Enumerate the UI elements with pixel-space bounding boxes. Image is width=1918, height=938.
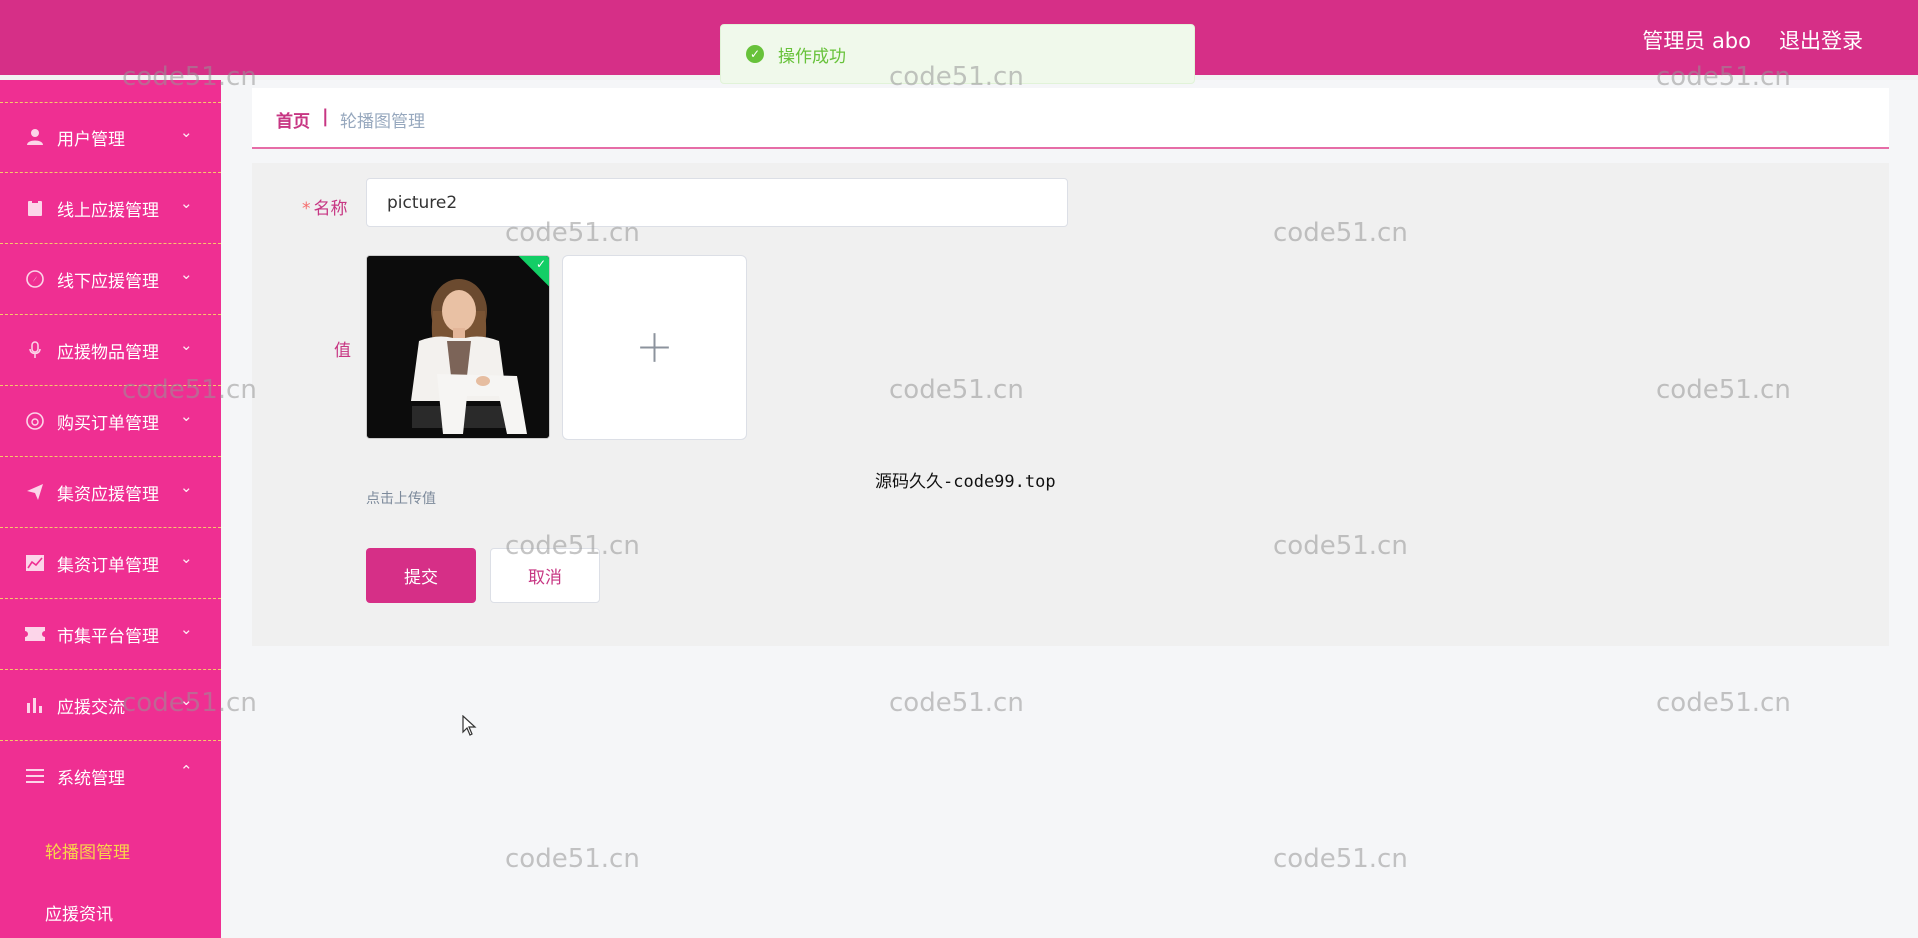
sidebar-item-label: 应援交流 — [57, 698, 125, 718]
chevron-down-icon: ⌄ — [180, 691, 193, 709]
chevron-down-icon: ⌄ — [180, 407, 193, 425]
sidebar-item-crowdfund-orders[interactable]: 集资订单管理 ⌄ — [0, 529, 221, 599]
check-icon: ✓ — [535, 257, 546, 271]
toast-message: 操作成功 — [778, 46, 846, 67]
sidebar-item-label: 用户管理 — [57, 130, 125, 150]
cancel-button[interactable]: 取消 — [490, 548, 600, 603]
chevron-down-icon: ⌄ — [180, 123, 193, 141]
logout-link[interactable]: 退出登录 — [1779, 25, 1863, 55]
gauge-icon — [25, 411, 45, 431]
chevron-up-icon: ⌃ — [180, 762, 193, 780]
edit-form: *名称 值 ✓ — [252, 163, 1889, 646]
chevron-down-icon: ⌄ — [180, 549, 193, 567]
plus-icon — [640, 333, 669, 362]
sidebar-item-support-exchange[interactable]: 应援交流 ⌄ — [0, 671, 221, 741]
sidebar-item-label: 集资应援管理 — [57, 485, 159, 505]
sidebar-item-support-goods[interactable]: 应援物品管理 ⌄ — [0, 316, 221, 386]
microphone-icon — [25, 340, 45, 360]
paper-plane-icon — [25, 482, 45, 502]
compass-icon — [25, 269, 45, 289]
sidebar-item-market-platform[interactable]: 市集平台管理 ⌄ — [0, 600, 221, 670]
chevron-down-icon: ⌄ — [180, 620, 193, 638]
bar-chart-icon — [25, 695, 45, 715]
name-label-text: 名称 — [313, 199, 348, 219]
breadcrumb: 首页 | 轮播图管理 — [252, 88, 1889, 149]
watermark: code51.cn — [1656, 688, 1791, 718]
user-icon — [25, 127, 45, 147]
sidebar-subitem-carousel[interactable]: 轮播图管理 — [45, 838, 130, 863]
sidebar-item-system-management[interactable]: 系统管理 ⌃ — [0, 742, 221, 812]
name-label: * 名称 — [302, 194, 348, 219]
success-toast: ✓ 操作成功 — [720, 24, 1195, 84]
name-input[interactable] — [366, 178, 1068, 227]
sidebar-item-online-support[interactable]: 线上应援管理 ⌄ — [0, 174, 221, 244]
submit-button[interactable]: 提交 — [366, 548, 476, 603]
chevron-down-icon: ⌄ — [180, 478, 193, 496]
uploaded-image-thumbnail[interactable]: ✓ — [366, 255, 550, 439]
sidebar-item-label: 应援物品管理 — [57, 343, 159, 363]
required-mark: * — [302, 199, 311, 219]
portrait-image — [367, 256, 549, 438]
mouse-cursor-icon — [462, 715, 477, 736]
breadcrumb-home[interactable]: 首页 — [276, 107, 310, 132]
watermark: code51.cn — [505, 844, 640, 874]
sidebar-item-label: 市集平台管理 — [57, 627, 159, 647]
value-label: 值 — [334, 341, 351, 361]
sidebar-item-label: 购买订单管理 — [57, 414, 159, 434]
sidebar-item-label: 线下应援管理 — [57, 272, 159, 292]
watermark: code51.cn — [1273, 844, 1408, 874]
sidebar-item-offline-support[interactable]: 线下应援管理 ⌄ — [0, 245, 221, 315]
chart-area-icon — [25, 553, 45, 573]
current-user-label: 管理员 abo — [1642, 29, 1751, 53]
sidebar-item-user-management[interactable]: 用户管理 ⌄ — [0, 103, 221, 173]
sidebar-item-label: 系统管理 — [57, 769, 125, 789]
sidebar: 用户管理 ⌄ 线上应援管理 ⌄ 线下应援管理 ⌄ 应援物品管理 ⌄ 购买订单管理… — [0, 80, 221, 938]
chevron-down-icon: ⌄ — [180, 265, 193, 283]
upload-hint: 点击上传值 — [366, 491, 436, 507]
image-upload-button[interactable] — [562, 255, 747, 440]
sidebar-item-label: 线上应援管理 — [57, 201, 159, 221]
overlay-note: 源码久久-code99.top — [875, 472, 1056, 492]
chevron-down-icon: ⌄ — [180, 194, 193, 212]
check-circle-icon: ✓ — [746, 45, 764, 63]
sidebar-item-purchase-orders[interactable]: 购买订单管理 ⌄ — [0, 387, 221, 457]
ticket-icon — [25, 624, 45, 644]
sidebar-subitem-support-news[interactable]: 应援资讯 — [45, 900, 113, 925]
breadcrumb-current: 轮播图管理 — [340, 112, 425, 132]
watermark: code51.cn — [889, 688, 1024, 718]
sidebar-item-label: 集资订单管理 — [57, 556, 159, 576]
chevron-down-icon: ⌄ — [180, 336, 193, 354]
list-icon — [25, 766, 45, 786]
breadcrumb-separator: | — [322, 106, 329, 127]
clipboard-icon — [25, 198, 45, 218]
sidebar-item-crowdfund-support[interactable]: 集资应援管理 ⌄ — [0, 458, 221, 528]
